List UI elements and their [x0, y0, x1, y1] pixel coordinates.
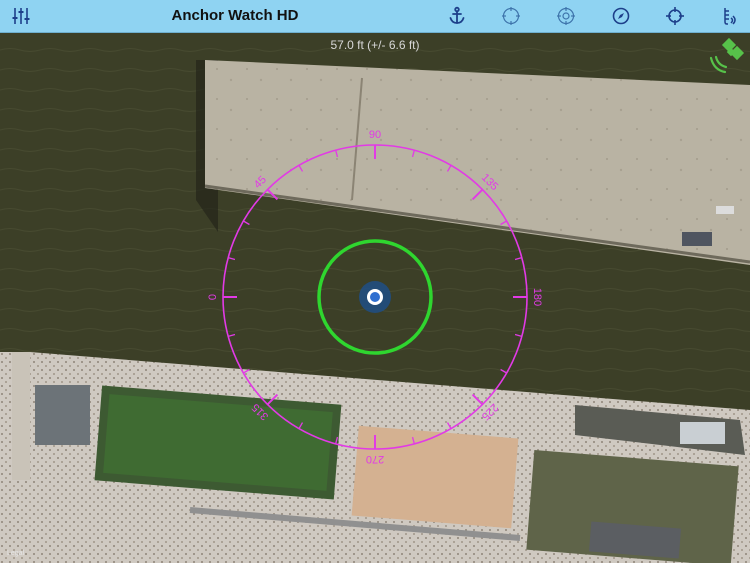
compass-tick — [446, 165, 452, 172]
compass-tick — [335, 436, 339, 444]
app-title: Anchor Watch HD — [171, 7, 299, 24]
compass-label-45: 45 — [252, 174, 269, 191]
compass-tick — [228, 333, 236, 337]
legal-link[interactable]: Legal — [7, 550, 24, 557]
anchor-icon[interactable] — [444, 3, 470, 29]
anchor-target-icon[interactable] — [498, 3, 524, 29]
compass-label-270: 270 — [366, 453, 384, 465]
compass-tick — [266, 188, 279, 201]
compass-tick — [500, 220, 507, 226]
compass-tick — [471, 393, 484, 406]
toolbar: Anchor Watch HD — [0, 0, 750, 33]
compass-tick — [446, 422, 452, 429]
compass-tick — [298, 165, 304, 172]
compass-tick — [411, 436, 415, 444]
compass-tick — [228, 257, 236, 261]
compass-tick — [243, 368, 250, 374]
compass-label-90: 90 — [369, 129, 381, 141]
anchor-overlay: 04590135180225270315 — [207, 129, 543, 465]
compass-tick — [471, 188, 484, 201]
crosshair-circle-icon[interactable] — [553, 3, 579, 29]
compass-tick — [266, 393, 279, 406]
compass-tick — [514, 333, 522, 337]
compass-tick — [514, 257, 522, 261]
compass-label-0: 0 — [207, 294, 219, 300]
locate-crosshair-icon[interactable] — [662, 3, 688, 29]
compass-label-180: 180 — [531, 288, 543, 306]
compass-tick — [500, 368, 507, 374]
depth-sounder-icon[interactable] — [716, 3, 742, 29]
compass-tick — [411, 150, 415, 158]
compass-icon[interactable] — [608, 3, 634, 29]
compass-tick — [243, 220, 250, 226]
compass-tick — [335, 150, 339, 158]
compass-tick — [298, 422, 304, 429]
